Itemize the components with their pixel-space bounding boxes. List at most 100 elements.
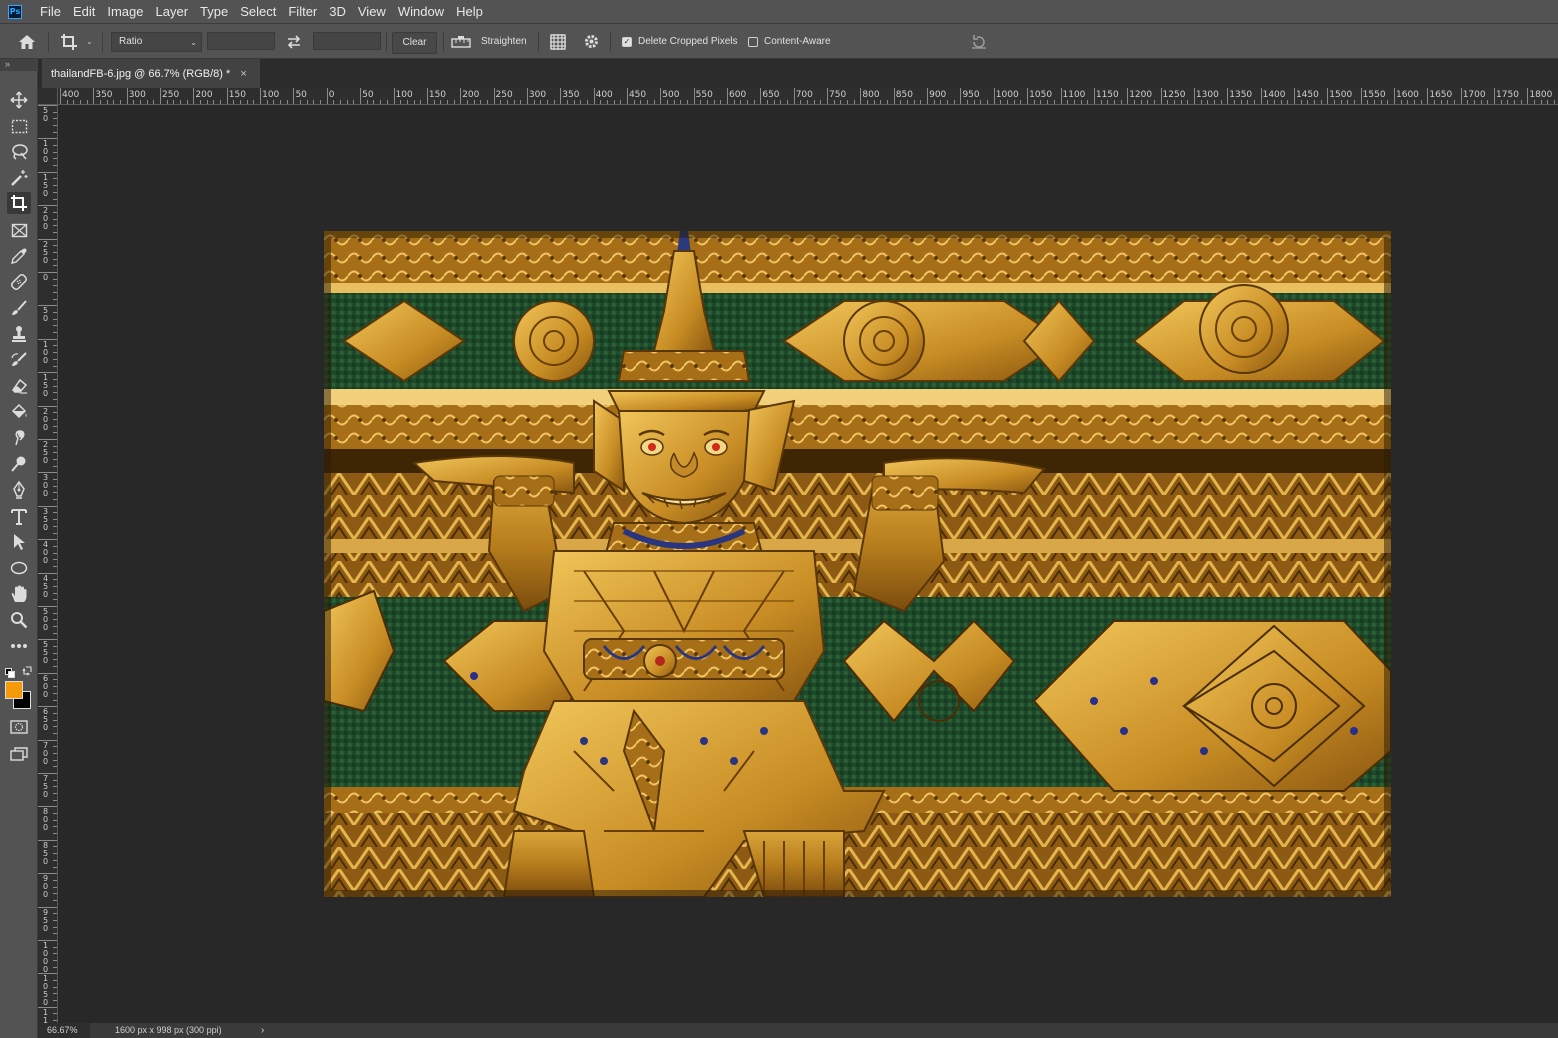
ruler-minor-tick	[953, 100, 955, 104]
ruler-corner[interactable]	[38, 88, 58, 105]
ruler-minor-tick	[53, 913, 57, 915]
ruler-tick	[1494, 88, 1496, 104]
hand-icon[interactable]	[7, 583, 31, 605]
swap-dimensions-icon[interactable]	[286, 24, 302, 59]
more-tools-icon[interactable]	[7, 635, 31, 657]
panel-collapse-button[interactable]: »	[0, 59, 38, 71]
menu-3d[interactable]: 3D	[323, 0, 352, 24]
ruler-minor-tick	[53, 813, 57, 815]
ruler-tick	[38, 338, 57, 340]
ruler-label: 300	[128, 90, 146, 100]
screen-mode-icon[interactable]	[7, 743, 31, 765]
ruler-minor-tick	[880, 100, 882, 104]
ruler-minor-tick	[53, 151, 57, 153]
ruler-minor-tick	[813, 100, 815, 104]
menu-layer[interactable]: Layer	[150, 0, 195, 24]
document-tab[interactable]: thailandFB-6.jpg @ 66.7% (RGB/8) * ×	[42, 59, 260, 88]
ruler-label: 1050	[1029, 90, 1053, 100]
ruler-minor-tick	[53, 686, 57, 688]
settings-gear-icon[interactable]	[583, 24, 600, 59]
swap-colors-icon[interactable]	[22, 663, 33, 681]
stamp-icon[interactable]	[7, 323, 31, 345]
reset-crop-icon[interactable]	[970, 24, 988, 59]
paint-bucket-icon[interactable]	[7, 401, 31, 423]
ruler-minor-tick	[53, 225, 57, 227]
ruler-minor-tick	[767, 100, 769, 104]
ellipse-icon[interactable]	[7, 557, 31, 579]
path-selection-icon[interactable]	[7, 531, 31, 553]
document-image[interactable]	[324, 231, 1391, 897]
ratio-height-input[interactable]	[313, 32, 381, 50]
dodge-icon[interactable]	[7, 453, 31, 475]
brush-icon[interactable]	[7, 297, 31, 319]
overlay-grid-icon[interactable]	[549, 24, 567, 59]
healing-brush-icon[interactable]	[7, 271, 31, 293]
ruler-minor-tick	[840, 100, 842, 104]
ruler-minor-tick	[53, 659, 57, 661]
ruler-label: 400	[595, 90, 613, 100]
frame-icon[interactable]	[7, 219, 31, 241]
menu-window[interactable]: Window	[392, 0, 450, 24]
ruler-minor-tick	[800, 100, 802, 104]
ruler-minor-tick	[453, 100, 455, 104]
ratio-width-input[interactable]	[207, 32, 275, 50]
canvas-area[interactable]	[58, 105, 1558, 1023]
menu-help[interactable]: Help	[450, 0, 489, 24]
ratio-select[interactable]: Ratio ⌄	[111, 32, 202, 52]
content-aware-option[interactable]: Content-Aware	[748, 24, 831, 59]
ruler-tick	[38, 940, 57, 941]
horizontal-ruler[interactable]: 400 350 300 250 200 150 100 50 0 50 100 150 200 250 30…	[58, 88, 1558, 105]
quick-mask-icon[interactable]	[7, 716, 31, 738]
ruler-minor-tick	[53, 445, 57, 447]
content-aware-checkbox[interactable]	[748, 36, 758, 47]
clear-button[interactable]: Clear	[392, 32, 437, 54]
zoom-level-field[interactable]: 66.67%	[38, 1023, 90, 1038]
straighten-button[interactable]: Straighten	[451, 24, 527, 59]
ruler-tick	[526, 88, 528, 104]
smudge-icon[interactable]	[7, 427, 31, 449]
menu-select[interactable]: Select	[234, 0, 282, 24]
zoom-icon[interactable]	[7, 609, 31, 631]
type-icon[interactable]	[7, 505, 31, 527]
ruler-label: 450	[42, 573, 49, 599]
vertical-ruler[interactable]: 50 100 150 200 250 0 50 100 150 200 250 300 350 400 45…	[38, 105, 58, 1023]
menu-image[interactable]: Image	[101, 0, 149, 24]
menu-view[interactable]: View	[352, 0, 392, 24]
menu-edit[interactable]: Edit	[67, 0, 101, 24]
magic-wand-icon[interactable]	[7, 167, 31, 189]
eyedropper-icon[interactable]	[7, 245, 31, 267]
crop-icon[interactable]	[7, 192, 31, 214]
ruler-minor-tick	[1320, 100, 1322, 104]
ruler-minor-tick	[440, 100, 442, 104]
foreground-color-swatch[interactable]	[5, 681, 23, 699]
menu-file[interactable]: File	[34, 0, 67, 24]
ruler-minor-tick	[933, 100, 935, 104]
pen-icon[interactable]	[7, 479, 31, 501]
lasso-icon[interactable]	[7, 141, 31, 163]
menu-filter[interactable]: Filter	[282, 0, 323, 24]
ruler-tick	[1160, 88, 1162, 104]
ruler-minor-tick	[1047, 100, 1049, 104]
ruler-minor-tick	[513, 100, 515, 104]
ruler-tick	[1360, 88, 1362, 104]
ruler-minor-tick	[53, 980, 57, 982]
ruler-minor-tick	[53, 365, 57, 367]
home-icon[interactable]	[18, 24, 36, 59]
ruler-tick	[38, 472, 57, 474]
menu-type[interactable]: Type	[194, 0, 234, 24]
ruler-minor-tick	[120, 100, 122, 104]
history-brush-icon[interactable]	[7, 349, 31, 371]
move-icon[interactable]	[7, 89, 31, 111]
ruler-minor-tick	[1273, 100, 1275, 104]
chevron-right-icon[interactable]: ›	[261, 1023, 264, 1038]
ruler-minor-tick	[206, 100, 208, 104]
ruler-minor-tick	[53, 211, 57, 213]
close-icon[interactable]: ×	[240, 68, 246, 80]
eraser-icon[interactable]	[7, 375, 31, 397]
ruler-minor-tick	[186, 100, 188, 104]
delete-cropped-pixels-option[interactable]: ✓ Delete Cropped Pixels	[622, 24, 738, 59]
crop-tool-preset-icon[interactable]: ⌄	[60, 24, 93, 59]
ruler-minor-tick	[53, 278, 57, 280]
marquee-icon[interactable]	[7, 115, 31, 137]
delete-cropped-pixels-checkbox[interactable]: ✓	[622, 36, 632, 47]
